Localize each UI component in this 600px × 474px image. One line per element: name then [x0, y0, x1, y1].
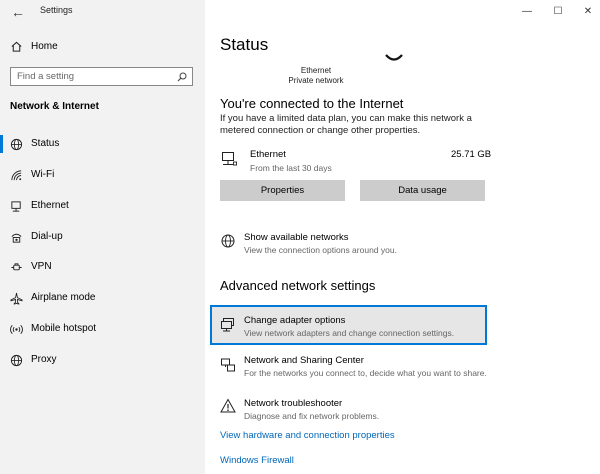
sidebar-item-label: Wi-Fi: [31, 169, 55, 180]
connection-name: Ethernet: [250, 149, 286, 160]
network-troubleshooter[interactable]: Network troubleshooter Diagnose and fix …: [217, 395, 487, 423]
sidebar-item-mobile-hotspot[interactable]: Mobile hotspot: [0, 317, 205, 341]
sidebar-item-wifi[interactable]: Wi-Fi: [0, 163, 205, 187]
diagram-adapter-name: Ethernet: [300, 66, 332, 75]
adapter-desc: View network adapters and change connect…: [244, 328, 455, 338]
sharing-center-icon: [221, 358, 235, 372]
data-usage-button[interactable]: Data usage: [360, 180, 485, 201]
connection-period: From the last 30 days: [250, 163, 332, 173]
connection-usage: 25.71 GB: [451, 149, 492, 160]
page-title: Status: [220, 35, 269, 54]
sidebar-item-vpn[interactable]: VPN: [0, 255, 205, 279]
sharing-title: Network and Sharing Center: [244, 355, 364, 366]
search-input[interactable]: [17, 70, 167, 83]
home-nav-item[interactable]: Home: [0, 36, 205, 58]
sidebar-item-proxy[interactable]: Proxy: [0, 348, 205, 372]
hotspot-icon: [10, 324, 23, 335]
wifi-icon: [11, 170, 22, 181]
dialup-icon: [11, 233, 22, 243]
show-networks-title: Show available networks: [244, 232, 349, 243]
back-button[interactable]: ←: [8, 2, 28, 22]
show-networks-desc: View the connection options around you.: [244, 245, 397, 255]
app-title: Settings: [40, 5, 73, 15]
sidebar-item-airplane-mode[interactable]: Airplane mode: [0, 286, 205, 310]
minimize-button[interactable]: —: [519, 3, 535, 19]
search-icon[interactable]: [177, 72, 187, 82]
sidebar-item-label: Status: [31, 138, 60, 149]
sidebar-item-ethernet[interactable]: Ethernet: [0, 194, 205, 218]
warning-icon: [220, 398, 236, 413]
windows-firewall-link[interactable]: Windows Firewall: [220, 455, 294, 466]
close-button[interactable]: ✕: [580, 3, 596, 19]
sidebar-item-label: VPN: [31, 261, 52, 272]
active-indicator: [0, 135, 3, 153]
show-available-networks[interactable]: Show available networks View the connect…: [217, 229, 487, 257]
sidebar-item-label: Airplane mode: [31, 292, 96, 303]
sidebar-item-label: Ethernet: [31, 200, 69, 211]
sidebar-item-dialup[interactable]: Dial-up: [0, 225, 205, 249]
network-diagram-icon: [385, 54, 403, 61]
main-content: — ☐ ✕ Status Ethernet Private network Yo…: [205, 0, 600, 474]
sharing-desc: For the networks you connect to, decide …: [244, 368, 487, 378]
sidebar-item-label: Dial-up: [31, 231, 63, 242]
globe-icon: [10, 354, 23, 367]
home-icon: [11, 41, 22, 52]
properties-button[interactable]: Properties: [220, 180, 345, 201]
status-globe-icon: [10, 138, 23, 151]
airplane-icon: [10, 292, 23, 305]
sidebar: ← Settings Home Network & Internet Statu…: [0, 0, 205, 474]
connected-heading: You're connected to the Internet: [220, 96, 404, 111]
advanced-heading: Advanced network settings: [220, 278, 376, 293]
ethernet-icon: [222, 152, 237, 166]
home-label: Home: [31, 41, 58, 52]
section-title: Network & Internet: [10, 101, 99, 112]
sidebar-item-status[interactable]: Status: [0, 132, 205, 156]
sidebar-item-label: Proxy: [31, 354, 57, 365]
search-box[interactable]: [10, 67, 193, 86]
adapter-title: Change adapter options: [244, 315, 346, 326]
change-adapter-options[interactable]: Change adapter options View network adap…: [210, 305, 487, 345]
ethernet-icon: [11, 201, 21, 212]
globe-icon: [221, 234, 235, 248]
adapter-icon: [221, 318, 234, 332]
hardware-properties-link[interactable]: View hardware and connection properties: [220, 430, 395, 441]
connected-description: If you have a limited data plan, you can…: [220, 113, 472, 136]
troubleshooter-desc: Diagnose and fix network problems.: [244, 411, 380, 421]
network-sharing-center[interactable]: Network and Sharing Center For the netwo…: [217, 352, 492, 380]
troubleshooter-title: Network troubleshooter: [244, 398, 343, 409]
maximize-button[interactable]: ☐: [550, 3, 566, 19]
sidebar-item-label: Mobile hotspot: [31, 323, 97, 334]
vpn-icon: [11, 263, 22, 271]
diagram-network-type: Private network: [288, 76, 344, 85]
